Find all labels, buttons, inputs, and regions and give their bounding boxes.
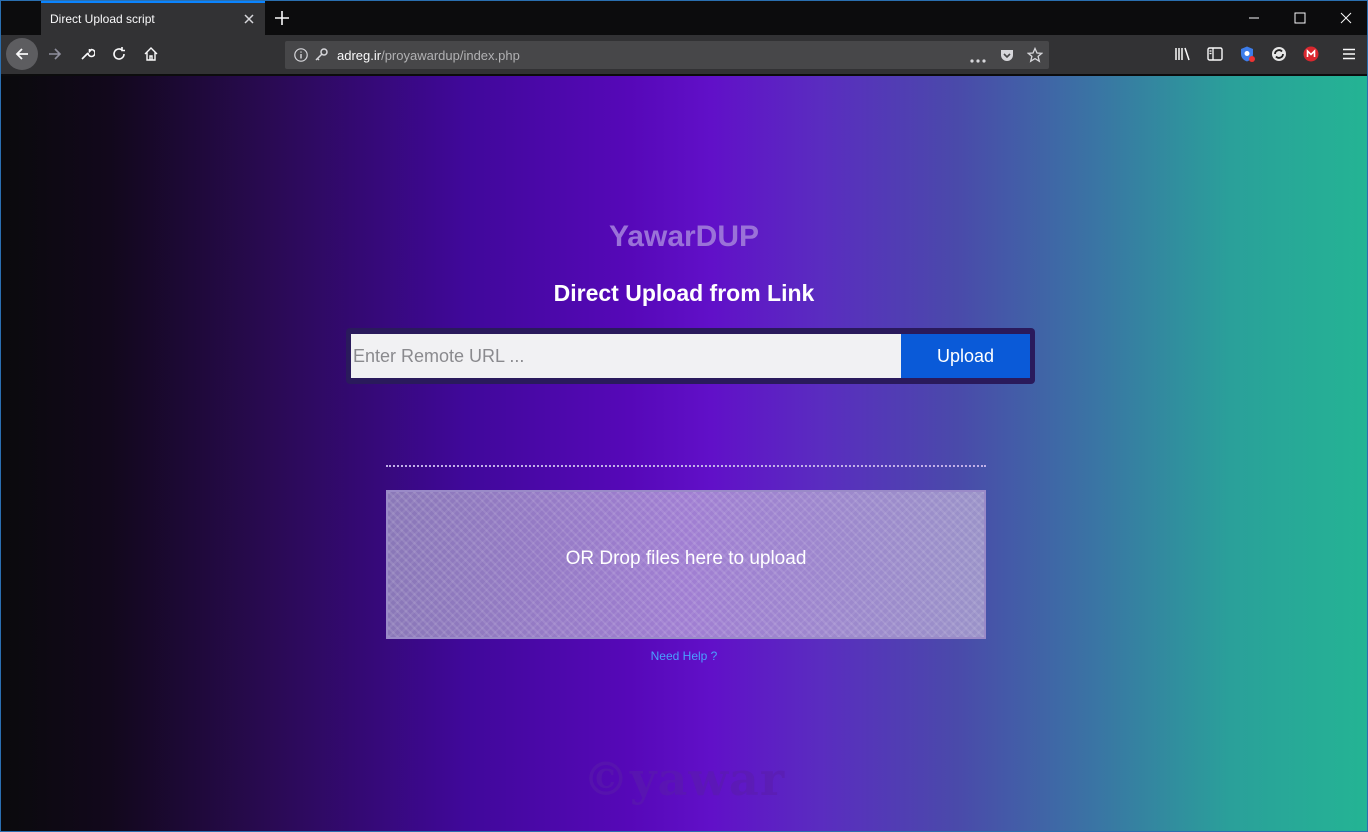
sidebar-icon[interactable] — [1206, 45, 1224, 63]
pocket-icon[interactable] — [999, 47, 1015, 68]
close-tab-icon[interactable] — [241, 11, 257, 27]
address-bar[interactable]: adreg.ir/proyawardup/index.php — [285, 41, 1049, 69]
info-icon[interactable] — [293, 47, 309, 68]
key-icon[interactable] — [313, 47, 329, 68]
minimize-button[interactable] — [1231, 1, 1277, 35]
brand-title: YawarDUP — [608, 220, 760, 253]
customize-button[interactable] — [72, 39, 102, 69]
back-button[interactable] — [6, 38, 38, 70]
library-icon[interactable] — [1174, 45, 1192, 63]
forward-button[interactable] — [40, 39, 70, 69]
dropzone-text: OR Drop files here to upload — [565, 548, 807, 569]
url-text[interactable]: adreg.ir/proyawardup/index.php — [337, 48, 520, 63]
remote-url-input[interactable] — [351, 334, 901, 378]
tab-title: Direct Upload script — [50, 12, 155, 26]
extension-shield-icon[interactable] — [1238, 45, 1256, 63]
tab-direct-upload[interactable]: Direct Upload script — [41, 1, 265, 35]
tab-bar: Direct Upload script — [1, 1, 1367, 35]
navigation-toolbar: adreg.ir/proyawardup/index.php — [1, 35, 1367, 75]
maximize-button[interactable] — [1277, 1, 1323, 35]
file-dropzone[interactable]: OR Drop files here to upload — [386, 490, 986, 639]
reload-icon — [113, 47, 125, 60]
page-content: YawarDUP Direct Upload from Link Upload … — [1, 76, 1367, 831]
browser-window: Direct Upload script adreg.ir/proyawardu… — [0, 0, 1368, 832]
divider — [386, 465, 986, 467]
page-headline: Direct Upload from Link — [553, 280, 815, 306]
home-icon — [144, 47, 158, 61]
page-actions-icon[interactable] — [969, 51, 987, 69]
url-host: adreg.ir — [337, 48, 382, 63]
footer-logo: ©yawar — [582, 752, 786, 806]
home-button[interactable] — [136, 39, 166, 69]
hamburger-menu-icon[interactable] — [1340, 45, 1358, 63]
extension-sync-icon[interactable] — [1270, 45, 1288, 63]
remote-url-form: Upload — [346, 328, 1035, 384]
new-tab-icon[interactable] — [273, 9, 291, 27]
url-path: /proyawardup/index.php — [381, 48, 520, 63]
close-window-button[interactable] — [1323, 1, 1367, 35]
reload-button[interactable] — [104, 39, 134, 69]
upload-button[interactable]: Upload — [901, 334, 1030, 378]
bookmark-star-icon[interactable] — [1026, 46, 1044, 68]
forward-arrow-icon — [49, 48, 62, 60]
wrench-icon — [81, 48, 95, 60]
need-help-link[interactable]: Need Help ? — [1, 649, 1367, 663]
back-arrow-icon — [15, 48, 28, 60]
extension-mega-icon[interactable] — [1302, 45, 1320, 63]
